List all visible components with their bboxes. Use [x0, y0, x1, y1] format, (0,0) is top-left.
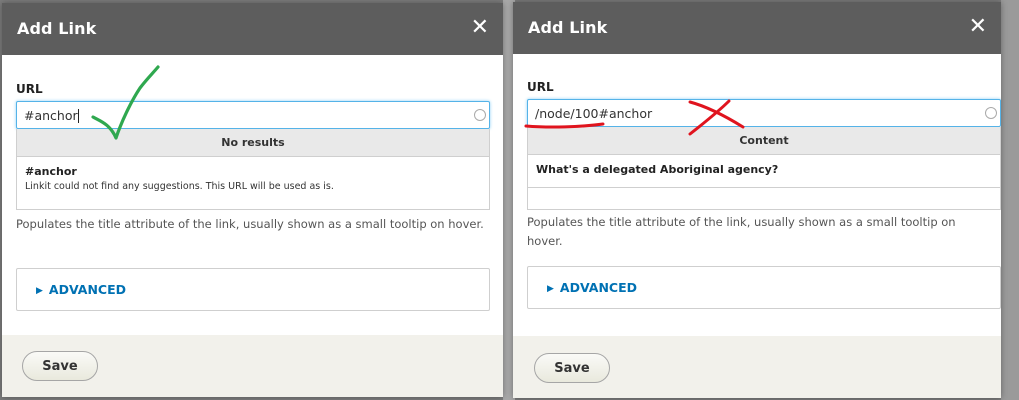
- triangle-right-icon: ▶: [547, 284, 554, 294]
- dialog-title: Add Link: [17, 19, 97, 38]
- dialog-footer: Save: [513, 336, 1001, 398]
- advanced-toggle[interactable]: ▶ ADVANCED: [36, 282, 126, 297]
- autocomplete-results: Content What's a delegated Aboriginal ag…: [527, 127, 1001, 210]
- background-page-edge: [1001, 0, 1019, 400]
- advanced-label: ADVANCED: [559, 280, 638, 295]
- advanced-toggle[interactable]: ▶ ADVANCED: [547, 280, 637, 295]
- title-help-text: Populates the title attribute of the lin…: [16, 217, 484, 231]
- dialog-title: Add Link: [528, 18, 608, 37]
- url-label: URL: [527, 80, 554, 94]
- save-button[interactable]: Save: [22, 351, 98, 381]
- add-link-dialog-left: Add Link ✕ URL #anchor No results #ancho…: [2, 3, 503, 397]
- results-header: No results: [17, 129, 489, 157]
- url-input[interactable]: #anchor: [16, 101, 490, 129]
- result-description: Linkit could not find any suggestions. T…: [25, 181, 334, 192]
- text-caret: [78, 109, 79, 123]
- save-button[interactable]: Save: [534, 353, 610, 383]
- url-label: URL: [16, 82, 43, 96]
- autocomplete-throbber-icon: [474, 109, 486, 121]
- dialog-titlebar: Add Link ✕: [2, 3, 503, 55]
- result-item[interactable]: #anchor Linkit could not find any sugges…: [17, 157, 489, 192]
- dialog-titlebar: Add Link ✕: [513, 2, 1001, 54]
- url-input[interactable]: /node/100#anchor: [527, 99, 1001, 127]
- url-input-value: /node/100#anchor: [535, 106, 653, 121]
- dialog-footer: Save: [2, 335, 503, 397]
- results-header: Content: [528, 127, 1000, 155]
- autocomplete-throbber-icon: [985, 107, 997, 119]
- advanced-label: ADVANCED: [48, 282, 127, 297]
- close-icon[interactable]: ✕: [969, 15, 987, 39]
- advanced-details[interactable]: ▶ ADVANCED: [527, 266, 1001, 309]
- autocomplete-results: No results #anchor Linkit could not find…: [16, 129, 490, 210]
- result-item[interactable]: What's a delegated Aboriginal agency?: [528, 155, 1000, 188]
- result-title: #anchor: [25, 165, 77, 178]
- title-help-text: Populates the title attribute of the lin…: [527, 215, 956, 248]
- add-link-dialog-right: Add Link ✕ URL /node/100#anchor Content …: [513, 2, 1001, 398]
- result-title: What's a delegated Aboriginal agency?: [536, 163, 779, 176]
- triangle-right-icon: ▶: [36, 286, 43, 296]
- url-input-value: #anchor: [24, 108, 78, 123]
- close-icon[interactable]: ✕: [471, 16, 489, 40]
- advanced-details[interactable]: ▶ ADVANCED: [16, 268, 490, 311]
